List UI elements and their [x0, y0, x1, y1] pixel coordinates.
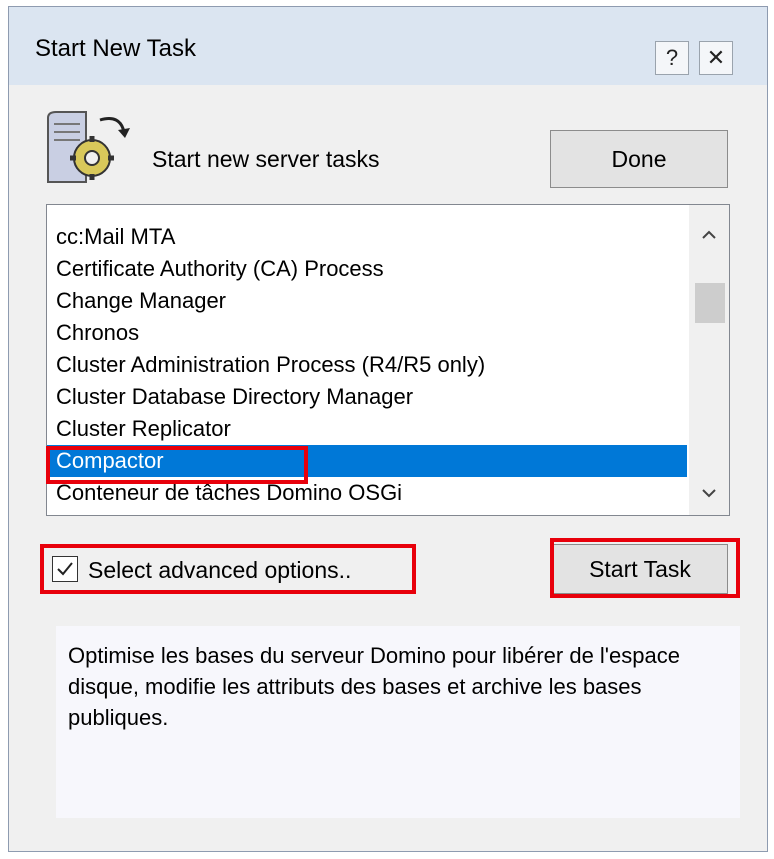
task-description: Optimise les bases du serveur Domino pou…	[56, 626, 740, 818]
task-list-item[interactable]: Cluster Replicator	[47, 413, 687, 445]
task-list-item[interactable]: cc:Mail MTA	[47, 221, 687, 253]
checkmark-icon	[57, 562, 73, 576]
chevron-down-icon[interactable]	[689, 477, 729, 507]
task-list-item[interactable]: Chronos	[47, 317, 687, 349]
list-scrollbar[interactable]	[689, 205, 729, 515]
dialog-title: Start New Task	[35, 35, 196, 62]
task-list-item[interactable]: Certificate Authority (CA) Process	[47, 253, 687, 285]
task-list-items: cc:Mail MTA Certificate Authority (CA) Pr…	[47, 221, 687, 509]
task-list-item[interactable]: Cluster Administration Process (R4/R5 on…	[47, 349, 687, 381]
done-button[interactable]: Done	[550, 130, 728, 188]
task-list-item[interactable]: Cluster Database Directory Manager	[47, 381, 687, 413]
task-list-item[interactable]: Conteneur de tâches Domino OSGi	[47, 477, 687, 509]
server-task-gear-icon	[44, 108, 134, 193]
task-list-item[interactable]: Compactor	[47, 445, 687, 477]
title-bar: Start New Task ? ✕	[9, 7, 767, 85]
advanced-options-label[interactable]: Select advanced options..	[88, 554, 351, 586]
advanced-options-checkbox[interactable]	[52, 556, 78, 582]
header-text: Start new server tasks	[152, 146, 380, 172]
task-list[interactable]: cc:Mail MTA Certificate Authority (CA) Pr…	[46, 204, 730, 516]
start-task-button[interactable]: Start Task	[552, 544, 728, 594]
task-list-item[interactable]: Change Manager	[47, 285, 687, 317]
help-button[interactable]: ?	[655, 41, 689, 75]
chevron-up-icon[interactable]	[689, 219, 729, 249]
close-button[interactable]: ✕	[699, 41, 733, 75]
scrollbar-thumb[interactable]	[695, 283, 725, 323]
